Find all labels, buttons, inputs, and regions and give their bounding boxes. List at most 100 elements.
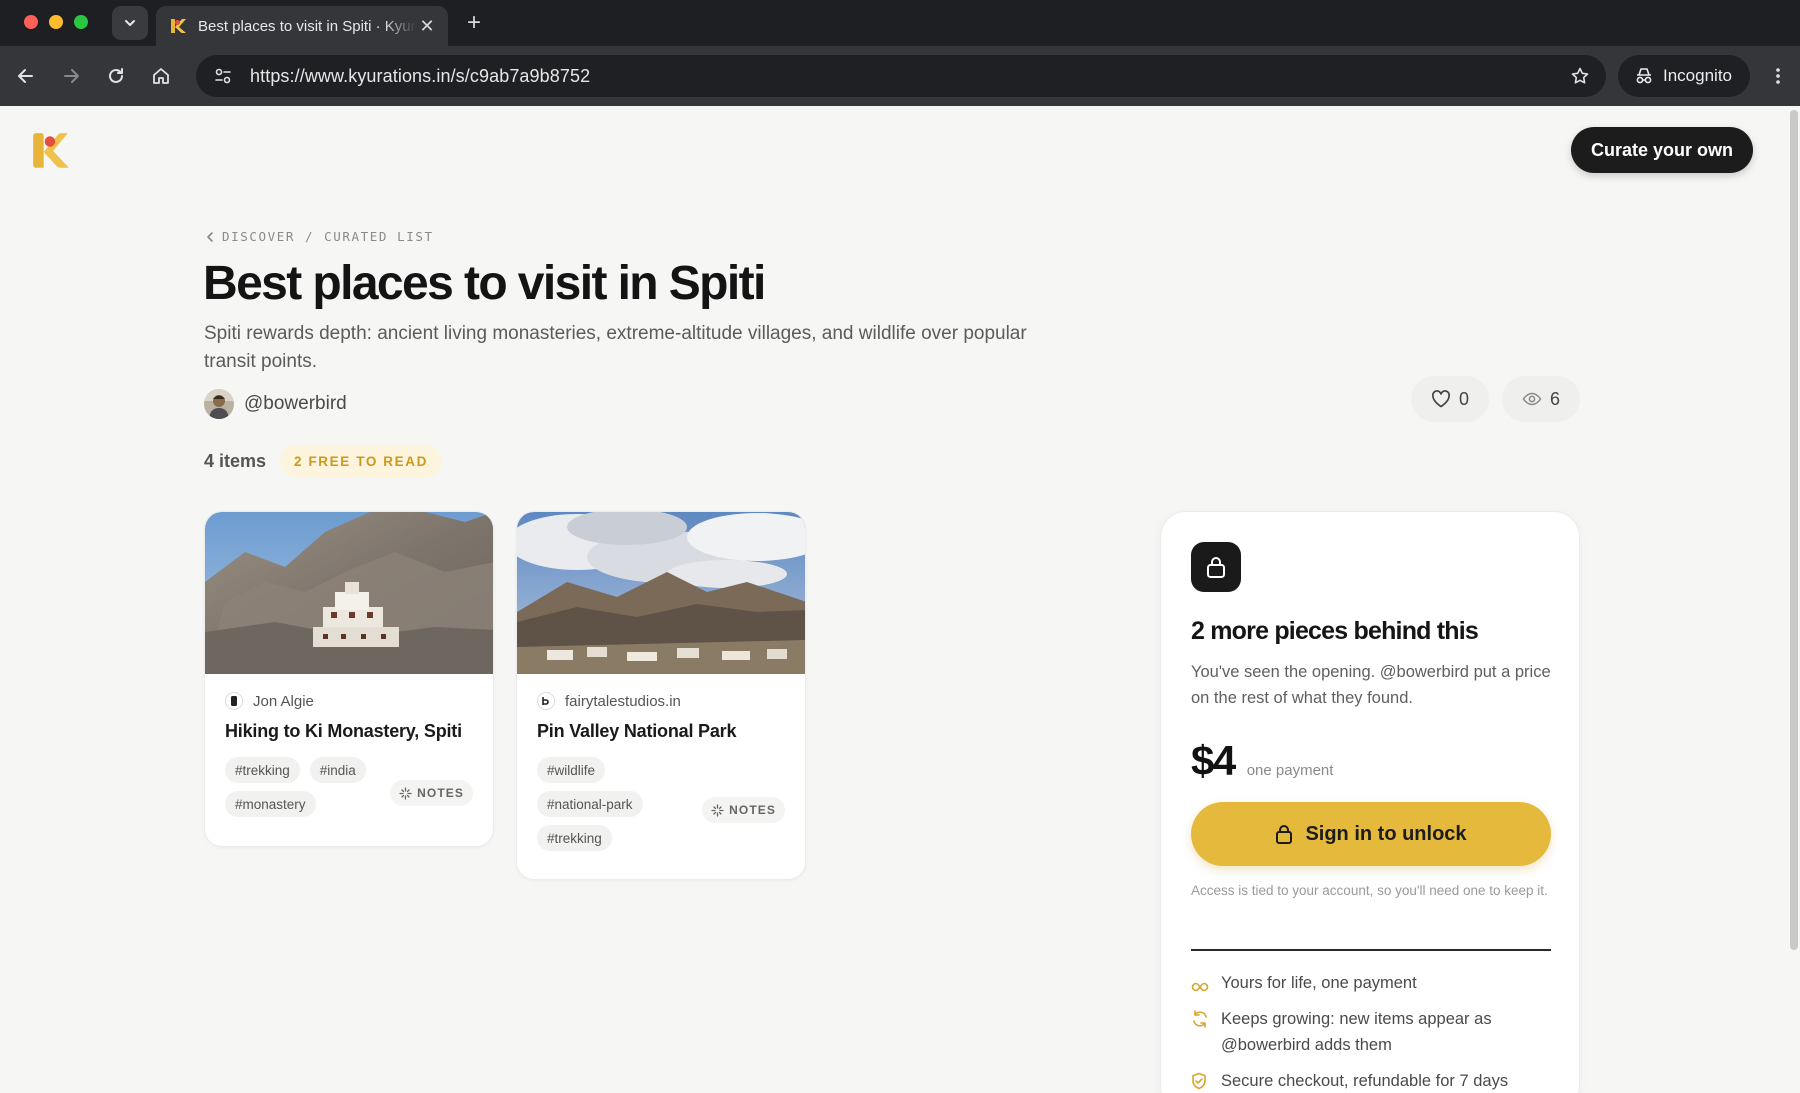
tag-chip[interactable]: #wildlife [537, 757, 606, 783]
price-amount: $4 [1191, 737, 1236, 784]
arrow-left-icon [18, 69, 33, 83]
list-description: Spiti rewards depth: ancient living mona… [204, 323, 1027, 372]
tag-chip[interactable]: #trekking [537, 825, 612, 851]
heart-icon [1432, 390, 1450, 408]
back-button[interactable] [12, 62, 40, 90]
new-tab-button[interactable]: + [460, 9, 488, 37]
feature-text: Yours for life, one payment [1221, 974, 1417, 992]
arrow-right-icon [64, 69, 79, 83]
forward-button[interactable] [57, 62, 85, 90]
bookmark-star-icon[interactable] [1568, 64, 1592, 88]
browser-tab-bar: Best places to visit in Spiti · Kyuratio… [0, 0, 1800, 46]
view-count: 6 [1549, 388, 1560, 409]
sparkle-icon [399, 786, 412, 800]
items-count: 4 items [204, 451, 267, 471]
card-body: fairytalestudios.in Pin Valley National … [517, 674, 805, 859]
paywall-title: 2 more pieces behind this [1191, 617, 1479, 645]
url-text[interactable]: https://www.kyurations.in/s/c9ab7a9b8752 [250, 66, 1568, 87]
source-favicon-icon [537, 692, 555, 710]
feature-item: Secure checkout, refundable for 7 days [1191, 1068, 1551, 1093]
breadcrumb: DISCOVER / CURATED LIST [204, 229, 434, 244]
page-scrollbar[interactable] [1790, 110, 1798, 950]
like-count: 0 [1458, 388, 1469, 409]
sign-in-label: Sign in to unlock [1305, 822, 1467, 845]
tab-close-icon[interactable]: ✕ [416, 16, 438, 37]
author-link[interactable]: @bowerbird [204, 389, 347, 419]
card-title[interactable]: Hiking to Ki Monastery, Spiti [225, 721, 473, 742]
paywall-fine-print: Access is tied to your account, so you'l… [1191, 883, 1548, 898]
lock-icon [1207, 557, 1225, 578]
eye-icon [1522, 392, 1542, 406]
tag-chip[interactable]: #india [309, 757, 366, 783]
home-button[interactable] [147, 62, 175, 90]
browser-tab-active[interactable]: Best places to visit in Spiti · Kyuratio… [156, 6, 448, 46]
ki-monastery-image [205, 512, 493, 674]
more-vertical-icon [1776, 68, 1780, 84]
card-tags: #wildlife #national-park #trekking [537, 757, 687, 859]
price-note: one payment [1246, 762, 1334, 779]
tag-chip[interactable]: #national-park [537, 791, 643, 817]
browser-menu-button[interactable] [1768, 62, 1788, 90]
tab-search-button[interactable] [112, 6, 148, 40]
list-item-card[interactable]: Jon Algie Hiking to Ki Monastery, Spiti … [204, 511, 494, 847]
notes-label: NOTES [417, 786, 464, 800]
feature-text: Secure checkout, refundable for 7 days [1221, 1072, 1509, 1090]
divider [1191, 949, 1551, 951]
kyurations-logo-icon[interactable] [30, 130, 72, 172]
sign-in-to-unlock-button[interactable]: Sign in to unlock [1191, 802, 1551, 866]
pin-valley-image [517, 512, 805, 674]
page-title: Best places to visit in Spiti [203, 257, 766, 310]
tag-chip[interactable]: #trekking [225, 757, 300, 783]
address-bar[interactable]: https://www.kyurations.in/s/c9ab7a9b8752 [196, 55, 1606, 97]
breadcrumb-separator: / [305, 229, 315, 244]
page-viewport: Curate your own DISCOVER / CURATED LIST … [0, 106, 1800, 1093]
breadcrumb-current: CURATED LIST [324, 229, 434, 244]
card-tags: #trekking #india #monastery [225, 757, 405, 825]
home-icon [153, 68, 169, 84]
free-to-read-badge: 2 FREE TO READ [280, 445, 442, 477]
reload-icon [109, 68, 123, 83]
lock-icon [1276, 825, 1293, 844]
minimize-window-button[interactable] [49, 15, 63, 29]
list-item-card[interactable]: fairytalestudios.in Pin Valley National … [516, 511, 806, 880]
feature-text: Keeps growing: new items appear as @bowe… [1221, 1010, 1492, 1054]
reload-button[interactable] [102, 62, 130, 90]
card-source: fairytalestudios.in [537, 692, 785, 710]
feature-item: Keeps growing: new items appear as @bowe… [1191, 1006, 1551, 1058]
incognito-indicator[interactable]: Incognito [1618, 55, 1750, 97]
tag-chip[interactable]: #monastery [225, 791, 316, 817]
breadcrumb-discover-link[interactable]: DISCOVER [222, 229, 295, 244]
chevron-left-icon[interactable] [204, 231, 216, 243]
paywall-panel: 2 more pieces behind this You've seen th… [1160, 511, 1580, 1093]
lock-badge [1191, 542, 1241, 592]
notes-badge: NOTES [702, 797, 785, 823]
notes-badge: NOTES [390, 780, 473, 806]
author-handle: @bowerbird [244, 393, 347, 414]
close-window-button[interactable] [24, 15, 38, 29]
like-button[interactable]: 0 [1411, 376, 1489, 422]
browser-toolbar: https://www.kyurations.in/s/c9ab7a9b8752… [0, 46, 1800, 106]
tab-title: Best places to visit in Spiti · Kyuratio… [198, 17, 416, 35]
site-settings-icon[interactable] [210, 63, 236, 89]
price-row: $4 one payment [1191, 737, 1333, 785]
incognito-label: Incognito [1663, 66, 1732, 85]
sparkle-icon [711, 803, 724, 817]
card-body: Jon Algie Hiking to Ki Monastery, Spiti … [205, 674, 493, 825]
paywall-description: You've seen the opening. @bowerbird put … [1191, 663, 1551, 707]
curate-your-own-button[interactable]: Curate your own [1571, 127, 1753, 173]
card-source: Jon Algie [225, 692, 473, 710]
maximize-window-button[interactable] [74, 15, 88, 29]
view-count-badge: 6 [1502, 376, 1580, 422]
card-source-name: fairytalestudios.in [565, 692, 681, 710]
shield-check-icon [1192, 1072, 1206, 1090]
infinity-icon [1191, 982, 1209, 992]
author-avatar [204, 389, 234, 419]
notes-label: NOTES [729, 803, 776, 817]
chevron-down-icon [125, 20, 135, 26]
incognito-icon [1636, 68, 1652, 84]
card-title[interactable]: Pin Valley National Park [537, 721, 785, 742]
feature-item: Yours for life, one payment [1191, 970, 1551, 1000]
card-source-name: Jon Algie [253, 692, 314, 710]
source-favicon-icon [225, 692, 243, 710]
kyurations-favicon-icon [171, 19, 186, 33]
